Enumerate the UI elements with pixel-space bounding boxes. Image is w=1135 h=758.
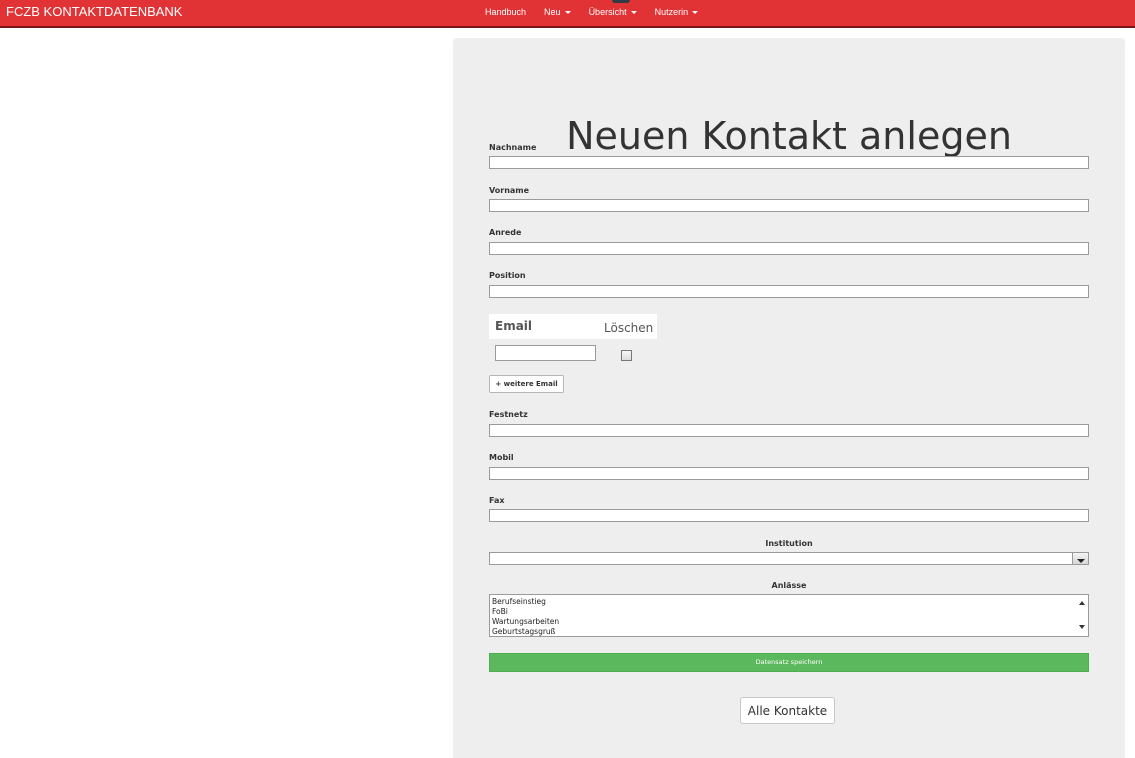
delete-email-checkbox[interactable] [621, 350, 632, 361]
list-item[interactable]: Wartungsarbeiten [492, 617, 559, 626]
institution-label: Institution [765, 539, 813, 548]
delete-column-header: Löschen [604, 321, 654, 335]
nachname-label: Nachname [489, 143, 537, 152]
institution-select[interactable] [489, 552, 1089, 565]
anrede-label: Anrede [489, 228, 522, 237]
caret-down-icon [564, 11, 571, 15]
fax-label: Fax [489, 496, 505, 505]
chevron-down-icon[interactable] [1072, 553, 1088, 564]
list-item[interactable]: FoBi [492, 607, 508, 616]
top-navbar: FCZB KONTAKTDATENBANK Handbuch Neu Übers… [0, 0, 1135, 28]
nav-item-label: Nutzerin [654, 7, 689, 17]
vorname-label: Vorname [489, 186, 530, 195]
email-column-header: Email [495, 319, 533, 333]
save-button[interactable]: Datensatz speichern [489, 653, 1089, 672]
app-brand[interactable]: FCZB KONTAKTDATENBANK [6, 4, 182, 19]
anlaesse-label: Anlässe [771, 581, 807, 590]
all-contacts-button[interactable]: Alle Kontakte [740, 697, 835, 724]
nachname-field[interactable] [489, 156, 1089, 169]
form-panel: Neuen Kontakt anlegen [453, 38, 1125, 758]
email-table-header: Email Löschen [489, 314, 657, 339]
nav-item-label: Übersicht [588, 7, 627, 17]
festnetz-label: Festnetz [489, 410, 528, 419]
list-item[interactable]: Berufseinstieg [492, 597, 546, 606]
nav-item-label: Neu [544, 7, 561, 17]
fax-field[interactable] [489, 509, 1089, 522]
nav-item-label: Handbuch [485, 7, 527, 17]
anrede-field[interactable] [489, 242, 1089, 255]
position-field[interactable] [489, 285, 1089, 298]
email-field[interactable] [495, 345, 596, 361]
nav-item-uebersicht[interactable]: Übersicht [589, 7, 637, 17]
page-title: Neuen Kontakt anlegen [566, 114, 1012, 158]
nav-item-handbuch[interactable]: Handbuch [485, 7, 526, 17]
main-nav: Handbuch Neu Übersicht Nutzerin [485, 7, 716, 17]
anlaesse-multiselect[interactable]: Berufseinstieg FoBi Wartungsarbeiten Geb… [489, 594, 1089, 637]
position-label: Position [489, 271, 526, 280]
caret-down-icon [692, 11, 699, 15]
nav-item-neu[interactable]: Neu [544, 7, 571, 17]
vorname-field[interactable] [489, 199, 1089, 212]
festnetz-field[interactable] [489, 424, 1089, 437]
nav-item-nutzerin[interactable]: Nutzerin [655, 7, 699, 17]
mobil-label: Mobil [489, 453, 514, 462]
scroll-down-icon[interactable] [1079, 625, 1085, 629]
add-email-button[interactable]: + weitere Email [489, 375, 564, 393]
active-tab-marker [612, 0, 630, 3]
scroll-up-icon[interactable] [1079, 601, 1085, 605]
mobil-field[interactable] [489, 467, 1089, 480]
list-item[interactable]: Geburtstagsgruß [492, 627, 555, 636]
caret-down-icon [630, 11, 637, 15]
